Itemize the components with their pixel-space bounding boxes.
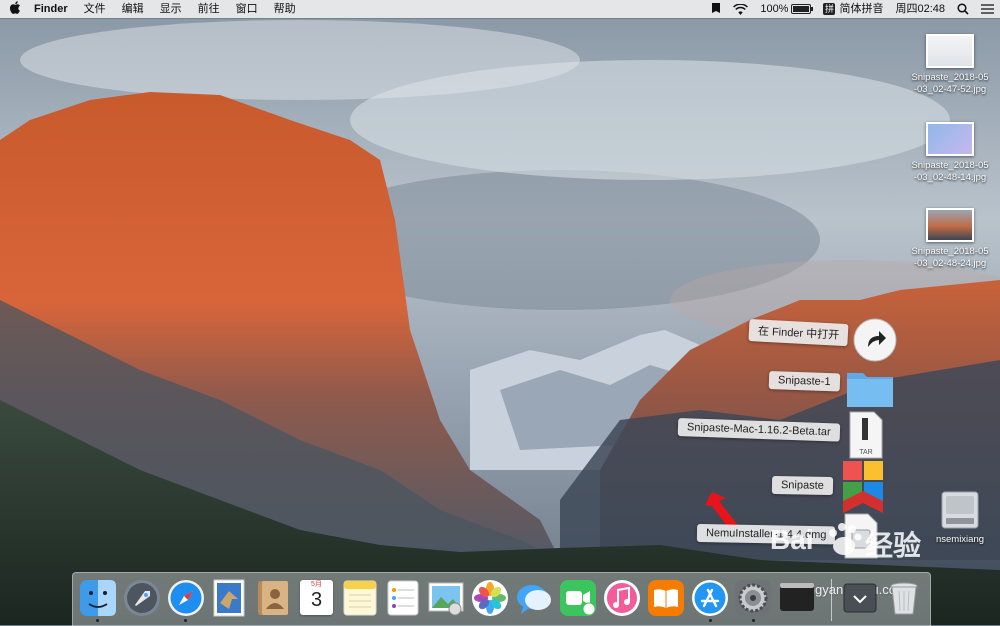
input-method-label: 简体拼音 xyxy=(839,3,884,15)
battery-percent: 100% xyxy=(760,3,789,15)
menu-view[interactable]: 显示 xyxy=(152,0,190,18)
dock-safari[interactable] xyxy=(167,579,205,617)
menu-app-finder[interactable]: Finder xyxy=(30,0,76,18)
image-thumbnail xyxy=(926,208,974,242)
facetime-camera-icon xyxy=(560,580,596,616)
wifi-icon[interactable] xyxy=(727,3,754,15)
watermark-text-2: 经验 xyxy=(865,529,922,562)
calendar-icon: 5月 3 xyxy=(300,580,333,615)
calendar-month: 5月 xyxy=(311,581,322,588)
running-indicator xyxy=(184,619,187,622)
notes-icon xyxy=(343,580,377,616)
list-icon[interactable] xyxy=(975,4,1000,14)
folder-icon[interactable] xyxy=(845,367,895,414)
terminal-icon xyxy=(780,583,814,611)
desktop-file-snipaste-2[interactable]: Snipaste_2018-05 -03_02-48-14.jpg xyxy=(905,122,995,184)
dock-calendar[interactable]: 5月 3 xyxy=(298,579,336,617)
downloads-folder-icon xyxy=(843,583,877,613)
dock-contacts[interactable] xyxy=(254,579,292,617)
pin-icon[interactable] xyxy=(705,3,727,15)
dock-itunes[interactable] xyxy=(603,579,641,617)
desktop-file-snipaste-3[interactable]: Snipaste_2018-05 -03_02-48-24.jpg xyxy=(905,208,995,270)
running-indicator xyxy=(752,619,755,622)
dock: 5月 3 xyxy=(72,572,931,626)
image-thumbnail xyxy=(926,122,974,156)
dock-photos[interactable] xyxy=(471,579,509,617)
stack-item-snipaste-1[interactable]: Snipaste-1 xyxy=(768,371,840,392)
dock-preview[interactable] xyxy=(427,579,465,617)
safari-compass-icon xyxy=(168,580,204,616)
menu-file[interactable]: 文件 xyxy=(76,0,114,18)
image-thumbnail xyxy=(926,34,974,68)
calendar-day: 3 xyxy=(310,589,323,611)
tar-file-icon[interactable]: TAR xyxy=(846,410,886,465)
apple-logo-icon[interactable] xyxy=(0,1,30,17)
running-indicator xyxy=(96,619,99,622)
dock-notes[interactable] xyxy=(341,579,379,617)
dock-reminders[interactable] xyxy=(384,579,422,617)
dock-mail[interactable] xyxy=(210,579,248,617)
clock[interactable]: 周四02:48 xyxy=(889,0,951,18)
launchpad-rocket-icon xyxy=(124,580,160,616)
svg-text:TAR: TAR xyxy=(859,449,872,456)
input-method-menu[interactable]: 拼 简体拼音 xyxy=(817,0,889,18)
dock-terminal[interactable] xyxy=(778,579,816,617)
dock-trash[interactable] xyxy=(885,579,923,617)
messages-bubble-icon xyxy=(517,585,551,614)
dock-system-preferences[interactable] xyxy=(734,579,772,617)
desktop-file-label: Snipaste_2018-05 -03_02-47-52.jpg xyxy=(911,72,989,95)
desktop-file-label: Snipaste_2018-05 -03_02-48-14.jpg xyxy=(911,160,989,183)
dock-launchpad[interactable] xyxy=(123,579,161,617)
dock-facetime[interactable] xyxy=(559,579,597,617)
watermark-text: Bai xyxy=(770,524,814,555)
baidu-paw-icon xyxy=(829,523,862,555)
menu-help[interactable]: 帮助 xyxy=(266,0,304,18)
menu-bar: Finder 文件 编辑 显示 前往 窗口 帮助 100% 拼 简体拼音 周四0… xyxy=(0,0,1000,18)
dock-messages[interactable] xyxy=(515,579,553,617)
ibooks-icon xyxy=(648,580,684,616)
battery-fill xyxy=(793,6,810,12)
dock-app-store[interactable] xyxy=(691,579,729,617)
gear-icon xyxy=(735,580,771,616)
search-icon[interactable] xyxy=(951,3,975,15)
trash-icon xyxy=(890,582,918,615)
battery-icon xyxy=(791,4,814,14)
photos-flower-icon xyxy=(472,580,508,616)
itunes-note-icon xyxy=(604,580,640,616)
finder-icon xyxy=(80,580,116,616)
preview-icon xyxy=(428,582,464,616)
menu-window[interactable]: 窗口 xyxy=(228,0,266,18)
stack-item-snipaste[interactable]: Snipaste xyxy=(771,476,833,496)
dock-ibooks[interactable] xyxy=(647,579,685,617)
running-indicator xyxy=(709,619,712,622)
menu-go[interactable]: 前往 xyxy=(190,0,228,18)
dock-separator xyxy=(831,579,832,621)
menu-edit[interactable]: 编辑 xyxy=(114,0,152,18)
dock-finder[interactable] xyxy=(79,579,117,617)
dock-downloads-stack[interactable] xyxy=(841,579,879,617)
battery-status[interactable]: 100% xyxy=(754,0,817,18)
input-method-icon: 拼 xyxy=(823,3,836,15)
status-area: 100% 拼 简体拼音 周四02:48 xyxy=(705,0,1000,18)
app-store-icon xyxy=(692,580,728,616)
contacts-book-icon xyxy=(258,581,288,615)
desktop-file-label: Snipaste_2018-05 -03_02-48-24.jpg xyxy=(911,246,989,269)
snipaste-app-icon[interactable] xyxy=(843,461,883,518)
desktop-file-snipaste-1[interactable]: Snipaste_2018-05 -03_02-47-52.jpg xyxy=(905,34,995,96)
reminders-icon xyxy=(387,580,419,616)
mail-stamp-icon xyxy=(213,579,245,617)
open-in-finder-arrow-icon[interactable] xyxy=(852,317,898,368)
